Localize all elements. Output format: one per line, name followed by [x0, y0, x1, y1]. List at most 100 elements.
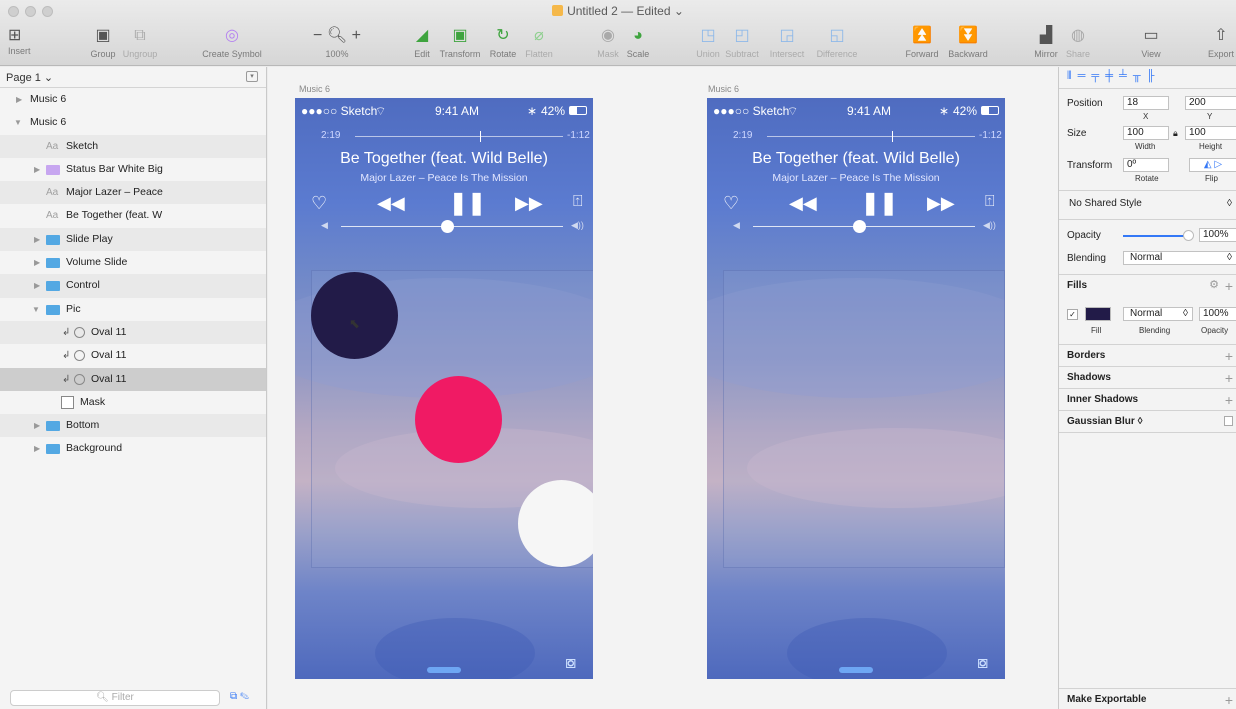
shadows-section[interactable]: Shadows +: [1059, 366, 1236, 388]
layer-row-oval-11-a[interactable]: ↲ Oval 11: [0, 320, 266, 345]
progress-track[interactable]: [355, 136, 563, 137]
gaussian-blur-section[interactable]: Gaussian Blur ◊: [1059, 410, 1236, 432]
align-middle-icon[interactable]: ╪: [1105, 70, 1119, 82]
distribute-vertical-icon[interactable]: ╟: [1147, 70, 1161, 82]
group-button[interactable]: ▣ Group: [86, 26, 120, 59]
chevron-updown-icon[interactable]: ◊: [1227, 198, 1232, 209]
align-left-icon[interactable]: ⫴: [1067, 70, 1078, 82]
union-button[interactable]: ◳ Union: [694, 26, 722, 59]
disclosure-expanded-icon[interactable]: ▼: [14, 111, 22, 134]
artboard-label[interactable]: Music 6: [708, 84, 739, 94]
export-button[interactable]: ⇧ Export: [1206, 26, 1236, 59]
add-fill-icon[interactable]: +: [1225, 278, 1233, 294]
volume-knob[interactable]: [440, 220, 454, 233]
heart-icon[interactable]: ♡: [723, 193, 739, 214]
share-button[interactable]: ◍ Share: [1064, 26, 1092, 59]
layer-row-oval-11-b[interactable]: ↲ Oval 11: [0, 344, 266, 367]
opacity-slider-knob[interactable]: [1183, 230, 1194, 241]
layer-row-control[interactable]: ▶ Control: [0, 274, 266, 298]
add-shadow-icon[interactable]: +: [1225, 370, 1233, 386]
add-export-icon[interactable]: +: [1225, 692, 1233, 708]
blending-select[interactable]: Normal: [1123, 251, 1236, 265]
camera-icon[interactable]: ⧇: [565, 652, 576, 673]
subtract-button[interactable]: ◰ Subtract: [722, 26, 762, 59]
layer-row-background[interactable]: ▶ Background: [0, 437, 266, 460]
layer-row-text-be-together[interactable]: Aa Be Together (feat. W: [0, 204, 266, 227]
disclosure-expanded-icon[interactable]: ▼: [32, 298, 40, 321]
zoom-control[interactable]: − 🔍︎ +100%: [312, 26, 362, 59]
disclosure-collapsed-icon[interactable]: ▶: [34, 274, 40, 297]
layer-row-oval-11-c[interactable]: ↲ Oval 11: [0, 367, 266, 391]
layer-row-mask[interactable]: Mask: [0, 391, 266, 414]
forward-button[interactable]: ⏫ Forward: [902, 26, 942, 59]
disclosure-collapsed-icon[interactable]: ▶: [34, 251, 40, 274]
artboard-label[interactable]: Music 6: [299, 84, 330, 94]
scale-button[interactable]: ◕ Scale: [624, 26, 652, 59]
filter-options-icon[interactable]: ⧉ ✎: [230, 691, 249, 702]
create-symbol-button[interactable]: ◎ Create Symbol: [200, 26, 264, 59]
disclosure-collapsed-icon[interactable]: ▶: [16, 88, 22, 111]
layer-row-artboard-music6-a[interactable]: ▶ Music 6: [0, 88, 266, 111]
layer-row-status-bar[interactable]: ▶ Status Bar White Big: [0, 158, 266, 181]
layer-filter-input[interactable]: 🔍︎ Filter: [10, 690, 220, 706]
align-center-icon[interactable]: ═: [1078, 70, 1092, 82]
fast-forward-icon[interactable]: ▶▶: [515, 193, 543, 214]
rewind-icon[interactable]: ◀◀: [789, 193, 817, 214]
layer-row-slide-play[interactable]: ▶ Slide Play: [0, 227, 266, 252]
mask-button[interactable]: ◉ Mask: [594, 26, 622, 59]
make-exportable-section[interactable]: Make Exportable +: [1059, 688, 1236, 709]
volume-knob[interactable]: [852, 220, 866, 233]
fill-color-well[interactable]: [1085, 307, 1111, 321]
insert-button[interactable]: ⊞ Insert: [8, 26, 38, 56]
page-selector[interactable]: Page 1 ⌄ ▾: [0, 67, 266, 88]
layer-row-pic[interactable]: ▼ Pic: [0, 298, 266, 321]
share-icon[interactable]: ⍐: [573, 193, 583, 211]
heart-icon[interactable]: ♡: [311, 193, 327, 214]
add-border-icon[interactable]: +: [1225, 348, 1233, 364]
borders-section[interactable]: Borders +: [1059, 344, 1236, 366]
layer-row-volume-slide[interactable]: ▶ Volume Slide: [0, 251, 266, 274]
layer-row-bottom[interactable]: ▶ Bottom: [0, 414, 266, 438]
opacity-slider-track[interactable]: [1123, 235, 1187, 237]
share-icon[interactable]: ⍐: [985, 193, 995, 211]
disclosure-collapsed-icon[interactable]: ▶: [34, 158, 40, 181]
progress-thumb[interactable]: [479, 131, 481, 142]
opacity-field[interactable]: 100%: [1199, 228, 1236, 242]
layer-row-text-major-lazer[interactable]: Aa Major Lazer – Peace: [0, 181, 266, 205]
rewind-icon[interactable]: ◀◀: [377, 193, 405, 214]
height-field[interactable]: 100: [1185, 126, 1236, 140]
oval-pink[interactable]: [415, 376, 502, 463]
blur-checkbox[interactable]: [1224, 416, 1233, 426]
disclosure-collapsed-icon[interactable]: ▶: [34, 228, 40, 251]
toggle-pages-button[interactable]: ▾: [246, 71, 258, 82]
view-button[interactable]: ▭ View: [1134, 26, 1168, 59]
shared-style-select[interactable]: No Shared Style: [1069, 198, 1142, 209]
alignment-toolbar[interactable]: ⫴═╤╪╧╥╟: [1059, 67, 1236, 89]
mirror-button[interactable]: ▟ Mirror: [1030, 26, 1062, 59]
camera-icon[interactable]: ⧇: [977, 652, 988, 673]
canvas[interactable]: Music 6 Music 6 ●●●○○ Sketch ⌔ 9:41 AM ∗…: [268, 67, 1058, 709]
layer-row-text-sketch[interactable]: Aa Sketch: [0, 134, 266, 158]
distribute-icon[interactable]: ╥: [1133, 70, 1147, 82]
disclosure-collapsed-icon[interactable]: ▶: [34, 437, 40, 460]
edit-button[interactable]: ◢ Edit: [410, 26, 434, 59]
width-field[interactable]: 100: [1123, 126, 1169, 140]
rotate-button[interactable]: ↻ Rotate: [486, 26, 520, 59]
progress-thumb[interactable]: [891, 131, 893, 142]
pause-icon[interactable]: ❚❚: [449, 190, 486, 216]
position-x-field[interactable]: 18: [1123, 96, 1169, 110]
intersect-button[interactable]: ◲ Intersect: [764, 26, 810, 59]
disclosure-collapsed-icon[interactable]: ▶: [34, 414, 40, 437]
fill-opacity-field[interactable]: 100%: [1199, 307, 1236, 321]
position-y-field[interactable]: 200: [1185, 96, 1236, 110]
rotate-field[interactable]: 0º: [1123, 158, 1169, 172]
align-top-icon[interactable]: ╤: [1091, 70, 1105, 82]
pause-icon[interactable]: ❚❚: [861, 190, 898, 216]
gear-icon[interactable]: ⚙: [1209, 278, 1219, 291]
flip-buttons[interactable]: ◭ ▷: [1189, 158, 1236, 172]
artboard-music6-preview[interactable]: ●●●○○ Sketch ⌔ 9:41 AM ∗ 42% 2:19 -1:12 …: [707, 98, 1005, 679]
difference-button[interactable]: ◱ Difference: [812, 26, 862, 59]
fast-forward-icon[interactable]: ▶▶: [927, 193, 955, 214]
fills-section[interactable]: Fills ⚙ +: [1059, 274, 1236, 296]
backward-button[interactable]: ⏬ Backward: [944, 26, 992, 59]
